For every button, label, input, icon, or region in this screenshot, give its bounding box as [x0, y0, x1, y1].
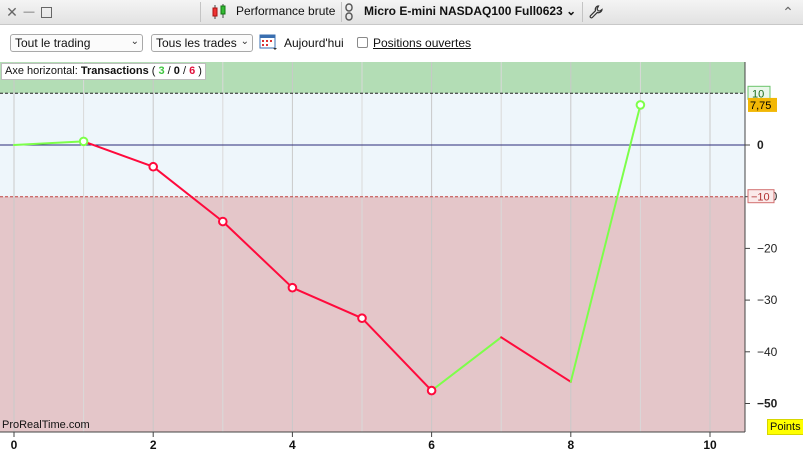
x-tick-label: 4	[289, 438, 296, 452]
trade-point	[287, 282, 298, 293]
separator: /	[167, 65, 171, 77]
wins-count: 3	[158, 65, 165, 77]
loss-zone	[0, 196, 745, 432]
y-tick-label: −30	[757, 293, 778, 307]
x-tick-label: 6	[428, 438, 435, 452]
horizontal-axis-legend: Axe horizontal: Transactions ( 3 / 0 / 6…	[1, 63, 206, 80]
axis-prefix: Axe horizontal:	[5, 65, 78, 77]
units-badge: Points	[767, 419, 803, 435]
close-paren: )	[198, 65, 202, 77]
axis-title: Transactions	[80, 65, 149, 77]
trade-point	[78, 136, 89, 147]
y-tick-label: −40	[757, 345, 778, 359]
x-tick-label: 10	[703, 438, 717, 452]
watermark: ProRealTime.com	[2, 419, 90, 431]
y-tick-label: −50	[757, 397, 778, 411]
losses-count: 6	[189, 65, 196, 77]
y-tick-label: 0	[757, 138, 764, 152]
trade-point	[635, 100, 646, 110]
separator: /	[182, 65, 187, 77]
trade-point	[357, 313, 367, 323]
trade-point	[218, 216, 228, 227]
neutral-count: 0	[173, 65, 180, 77]
x-tick-label: 0	[11, 438, 18, 452]
last-value-label: 7,75	[750, 100, 771, 112]
trade-point	[148, 161, 158, 172]
x-tick-label: 8	[567, 438, 574, 452]
x-tick-label: 2	[150, 438, 157, 452]
y-tick-label: −20	[757, 241, 778, 255]
trade-point	[426, 385, 437, 396]
lower-reference-label: −10	[751, 192, 770, 204]
open-paren: (	[151, 65, 156, 77]
